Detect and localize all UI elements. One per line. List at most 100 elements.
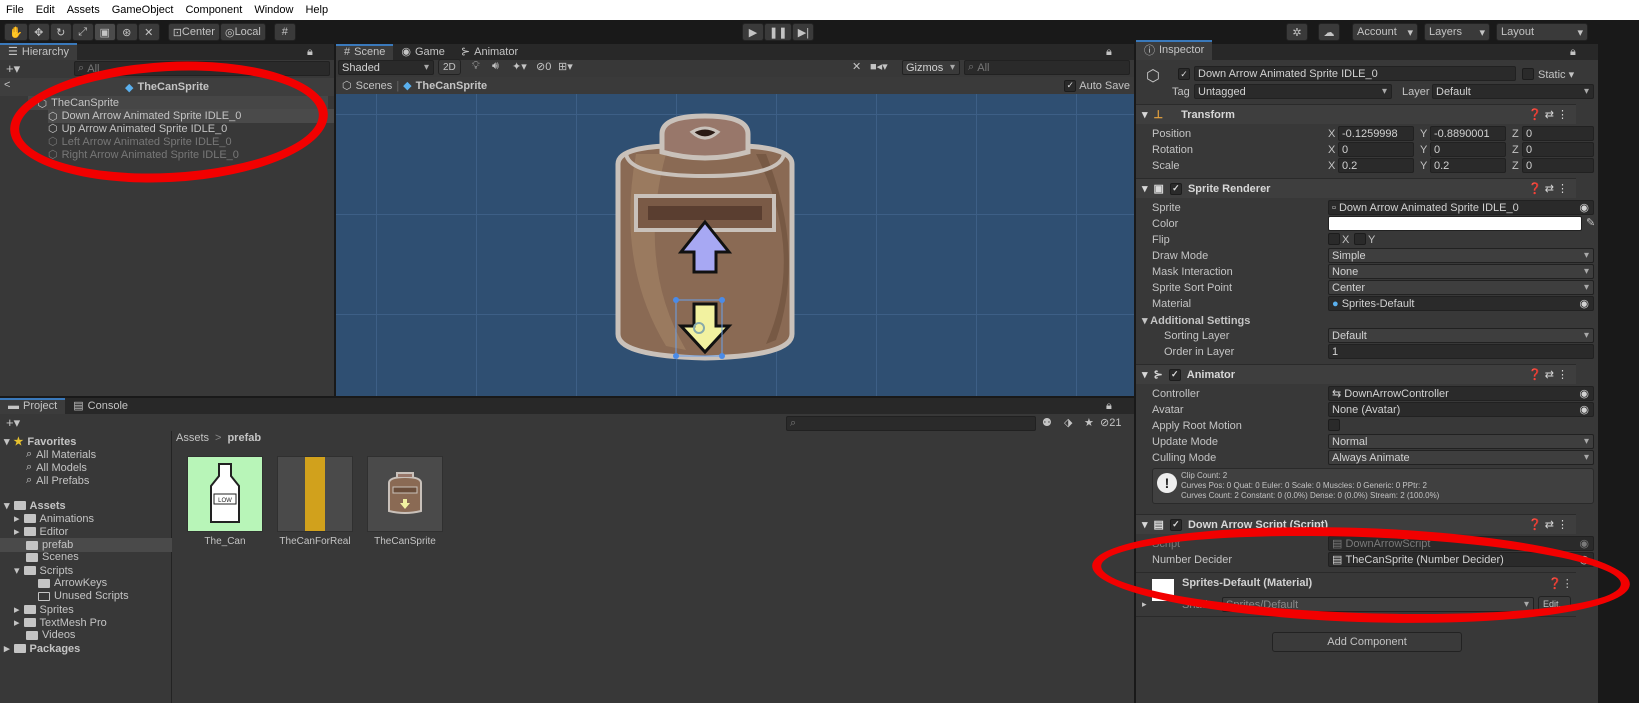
folder-textmesh-pro[interactable]: ▸ TextMesh Pro <box>14 616 107 630</box>
scale-z-field[interactable]: 0 <box>1522 158 1594 173</box>
grid-snap-icon[interactable]: # <box>273 23 296 41</box>
menu-edit[interactable]: Edit <box>36 4 55 16</box>
lighting-icon[interactable]: 💡︎ <box>472 60 480 73</box>
favorite-all-prefabs[interactable]: ⌕ All Prefabs <box>26 474 89 487</box>
position-y-field[interactable]: -0.8890001 <box>1430 126 1506 141</box>
update-mode-dropdown[interactable]: Normal <box>1328 434 1594 449</box>
audio-icon[interactable]: 🔊︎ <box>492 60 499 73</box>
lock-icon[interactable]: 🔒︎ <box>1106 400 1112 413</box>
number-decider-field[interactable]: ▤ TheCanSprite (Number Decider) ◉ <box>1328 552 1594 567</box>
mask-interaction-dropdown[interactable]: None <box>1328 264 1594 279</box>
folder-animations[interactable]: ▸ Animations <box>14 512 94 526</box>
tab-inspector[interactable]: ⓘ Inspector <box>1136 40 1213 60</box>
component-menu-icons[interactable]: ❓ ⇄ ⋮ <box>1528 368 1568 381</box>
hierarchy-search-input[interactable]: ⌕ All <box>74 61 330 76</box>
folder-arrowkeys[interactable]: ArrowKeys <box>38 577 107 589</box>
scale-x-field[interactable]: 0.2 <box>1338 158 1414 173</box>
flip-x-checkbox[interactable] <box>1328 233 1340 245</box>
rotation-y-field[interactable]: 0 <box>1430 142 1506 157</box>
material-field[interactable]: ● Sprites-Default ◉ <box>1328 296 1594 311</box>
add-icon[interactable]: +▾ <box>6 61 20 77</box>
add-component-button[interactable]: Add Component <box>1272 632 1462 652</box>
folder-videos[interactable]: Videos <box>26 629 75 641</box>
camera-icon[interactable]: ■◂▾ <box>870 60 888 73</box>
culling-mode-dropdown[interactable]: Always Animate <box>1328 450 1594 465</box>
component-menu-icons[interactable]: ❓ ⇄ ⋮ <box>1528 182 1568 195</box>
transform-header[interactable]: ▾ ⊥ Transform ❓ ⇄ ⋮ <box>1136 104 1576 124</box>
filter-label-icon[interactable]: ⬗ <box>1064 416 1072 429</box>
pause-button[interactable]: ❚❚ <box>764 23 793 41</box>
shading-dropdown[interactable]: Shaded <box>338 60 434 75</box>
space-toggle[interactable]: ◎ Local <box>219 23 266 41</box>
position-x-field[interactable]: -0.1259998 <box>1338 126 1414 141</box>
folder-editor[interactable]: ▸ Editor <box>14 525 68 539</box>
step-button[interactable]: ▶| <box>792 23 815 41</box>
position-z-field[interactable]: 0 <box>1522 126 1594 141</box>
gizmos-dropdown[interactable]: Gizmos <box>902 60 960 75</box>
folder-sprites[interactable]: ▸ Sprites <box>14 603 74 617</box>
layers-dropdown[interactable]: Layers ▾ <box>1424 23 1490 41</box>
auto-save-checkbox[interactable]: ✓ <box>1064 79 1077 92</box>
custom-tool-icon[interactable]: ✕ <box>137 23 160 41</box>
static-checkbox[interactable] <box>1522 68 1534 80</box>
component-menu-icons[interactable]: ❓ ⇄ ⋮ <box>1528 108 1568 121</box>
asset-thecanforreal[interactable]: TheCanForReal <box>276 456 354 547</box>
cloud-icon[interactable]: ☁ <box>1318 23 1340 41</box>
active-checkbox[interactable]: ✓ <box>1178 68 1190 80</box>
flip-y-checkbox[interactable] <box>1354 233 1366 245</box>
lock-icon[interactable]: 🔒︎ <box>1570 46 1576 59</box>
rect-tool-icon[interactable]: ▣ <box>93 23 116 41</box>
object-picker-icon[interactable]: ◉ <box>1579 403 1589 416</box>
menu-gameobject[interactable]: GameObject <box>112 4 174 16</box>
tab-animator[interactable]: ⊱ Animator <box>453 44 526 60</box>
component-menu-icons[interactable]: ❓ ⇄ ⋮ <box>1528 518 1568 531</box>
transform-tool-icon[interactable]: ⊛ <box>115 23 138 41</box>
draw-mode-dropdown[interactable]: Simple <box>1328 248 1594 263</box>
lock-icon[interactable]: 🔒︎ <box>1106 46 1112 59</box>
menu-help[interactable]: Help <box>305 4 328 16</box>
add-icon[interactable]: +▾ <box>6 415 20 431</box>
hierarchy-item-down-arrow[interactable]: ⬡ Down Arrow Animated Sprite IDLE_0 <box>48 109 334 123</box>
tab-game[interactable]: ◉ Game <box>393 44 453 60</box>
folder-prefab[interactable]: prefab <box>0 538 172 552</box>
menu-assets[interactable]: Assets <box>67 4 100 16</box>
scale-tool-icon[interactable]: ⤢ <box>71 23 94 41</box>
order-in-layer-field[interactable]: 1 <box>1328 344 1594 359</box>
tag-dropdown[interactable]: Untagged <box>1194 84 1392 99</box>
controller-field[interactable]: ⇆ DownArrowController ◉ <box>1328 386 1594 401</box>
rotation-z-field[interactable]: 0 <box>1522 142 1594 157</box>
lock-icon[interactable]: 🔒︎ <box>307 46 313 59</box>
play-button[interactable]: ▶ <box>742 23 764 41</box>
sorting-layer-dropdown[interactable]: Default <box>1328 328 1594 343</box>
breadcrumb-prefab[interactable]: prefab <box>227 432 261 444</box>
eyedropper-icon[interactable]: ✎ <box>1586 216 1595 229</box>
breadcrumb-prefab[interactable]: TheCanSprite <box>416 80 488 92</box>
hidden-objects-icon[interactable]: ⊘0 <box>536 60 551 73</box>
object-picker-icon[interactable]: ◉ <box>1579 553 1589 566</box>
component-enabled-checkbox[interactable]: ✓ <box>1169 518 1182 531</box>
tab-console[interactable]: ▤ Console <box>65 398 136 414</box>
favorite-all-materials[interactable]: ⌕ All Materials <box>26 448 96 461</box>
animator-header[interactable]: ▾ ⊱ ✓ Animator ❓ ⇄ ⋮ <box>1136 364 1576 384</box>
hierarchy-item-left-arrow[interactable]: ⬡ Left Arrow Animated Sprite IDLE_0 <box>48 135 232 149</box>
rotation-x-field[interactable]: 0 <box>1338 142 1414 157</box>
back-arrow-icon[interactable]: < <box>4 79 10 91</box>
additional-settings-foldout[interactable]: ▾ Additional Settings <box>1142 314 1250 327</box>
favorite-star-icon[interactable]: ★ <box>1084 416 1094 429</box>
scene-viewport[interactable] <box>336 94 1134 396</box>
pivot-toggle[interactable]: ⊡ Center <box>167 23 220 41</box>
account-dropdown[interactable]: Account ▾ <box>1352 23 1418 41</box>
breadcrumb-assets[interactable]: Assets <box>176 432 209 444</box>
static-toggle[interactable]: Static ▾ <box>1538 68 1574 81</box>
grid-snap-icon[interactable]: ⊞▾ <box>558 60 573 73</box>
tab-scene[interactable]: # Scene <box>336 44 394 60</box>
script-header[interactable]: ▾ ▤ ✓ Down Arrow Script (Script) ❓ ⇄ ⋮ <box>1136 514 1576 534</box>
folder-scripts[interactable]: ▾ Scripts <box>14 564 73 578</box>
assets-root-item[interactable]: ▾ Assets <box>4 499 66 513</box>
layout-dropdown[interactable]: Layout ▾ <box>1496 23 1588 41</box>
scale-y-field[interactable]: 0.2 <box>1430 158 1506 173</box>
scene-search-input[interactable]: ⌕ All <box>964 60 1130 75</box>
sprite-field[interactable]: ▫ Down Arrow Animated Sprite IDLE_0 ◉ <box>1328 200 1594 215</box>
tab-hierarchy[interactable]: ☰ Hierarchy <box>0 43 77 60</box>
layer-dropdown[interactable]: Default <box>1432 84 1594 99</box>
